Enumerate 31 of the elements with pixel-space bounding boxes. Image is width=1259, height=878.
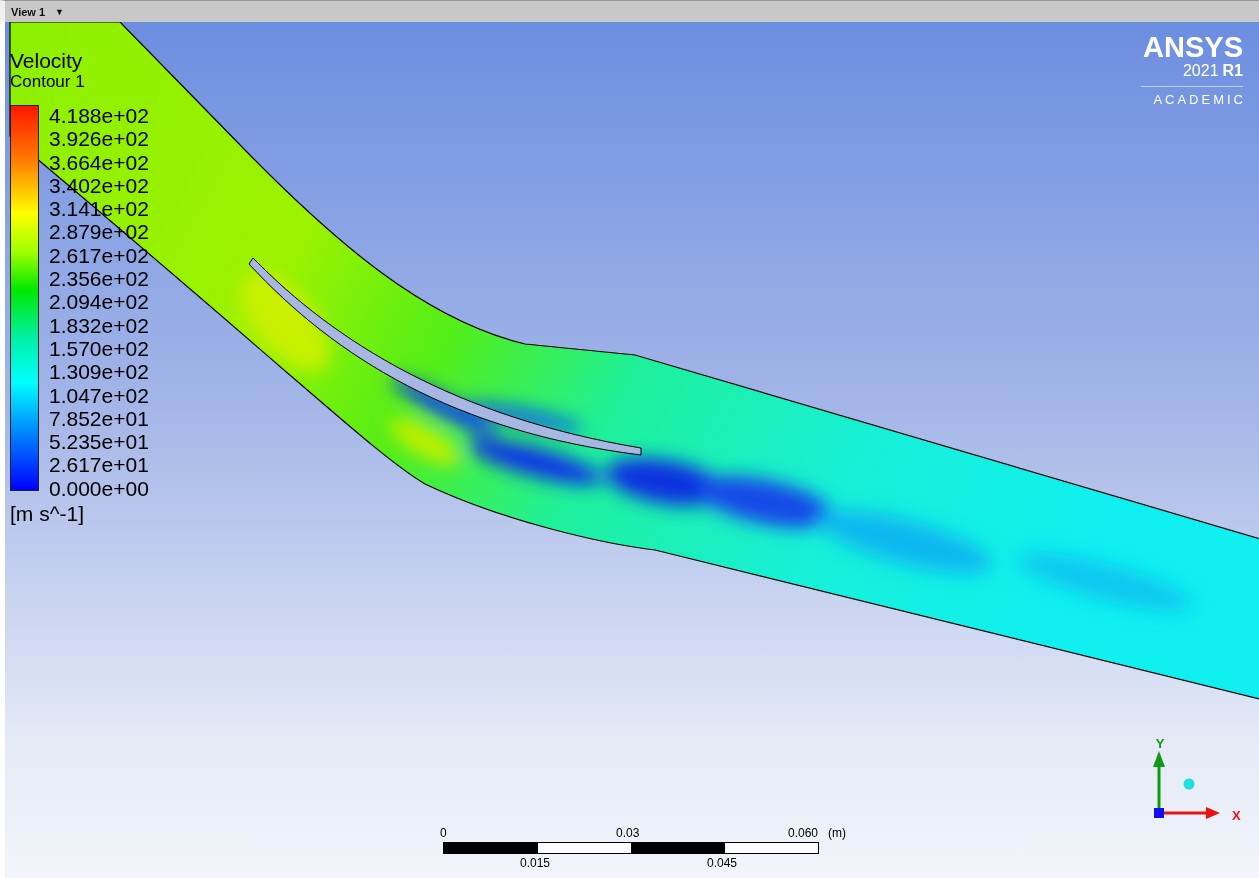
legend-value: 2.617e+02 bbox=[49, 243, 149, 268]
logo-brand: ANSYS bbox=[1143, 32, 1243, 62]
sphere-icon bbox=[1183, 778, 1195, 790]
z-axis-marker bbox=[1154, 808, 1164, 818]
logo-version: 2021 bbox=[1182, 62, 1219, 80]
legend-value: 5.235e+01 bbox=[49, 430, 149, 454]
scale-label: 0.060 bbox=[788, 826, 819, 840]
legend-value: 4.188e+02 bbox=[49, 104, 149, 128]
legend-value: 1.047e+02 bbox=[49, 383, 149, 407]
scale-label: 0.015 bbox=[520, 856, 551, 870]
legend-value: 3.664e+02 bbox=[49, 150, 149, 174]
legend-value: 3.926e+02 bbox=[49, 127, 149, 151]
legend-value: 0.000e+00 bbox=[49, 476, 149, 501]
x-axis-label: X bbox=[1232, 808, 1241, 823]
legend-value: 1.309e+02 bbox=[49, 360, 149, 384]
scale-unit: (m) bbox=[828, 826, 846, 840]
legend-subtitle: Contour 1 bbox=[10, 72, 86, 91]
legend-value: 2.094e+02 bbox=[49, 290, 149, 314]
legend-value: 7.852e+01 bbox=[49, 406, 149, 431]
logo-release: R1 bbox=[1222, 62, 1243, 80]
legend-value: 1.832e+02 bbox=[49, 313, 149, 337]
scale-label: 0 bbox=[440, 826, 447, 840]
legend-value: 2.617e+01 bbox=[49, 453, 149, 477]
legend-unit: [m s^-1] bbox=[10, 502, 86, 527]
legend-value: 2.356e+02 bbox=[49, 267, 149, 291]
scale-label: 0.03 bbox=[616, 826, 640, 840]
logo-edition: ACADEMIC bbox=[1153, 92, 1246, 107]
y-axis-label: Y bbox=[1155, 736, 1165, 751]
scale-label: 0.045 bbox=[707, 856, 738, 870]
legend-value: 1.570e+02 bbox=[49, 336, 149, 361]
view-selector[interactable]: View 1 ▼ bbox=[5, 5, 64, 18]
